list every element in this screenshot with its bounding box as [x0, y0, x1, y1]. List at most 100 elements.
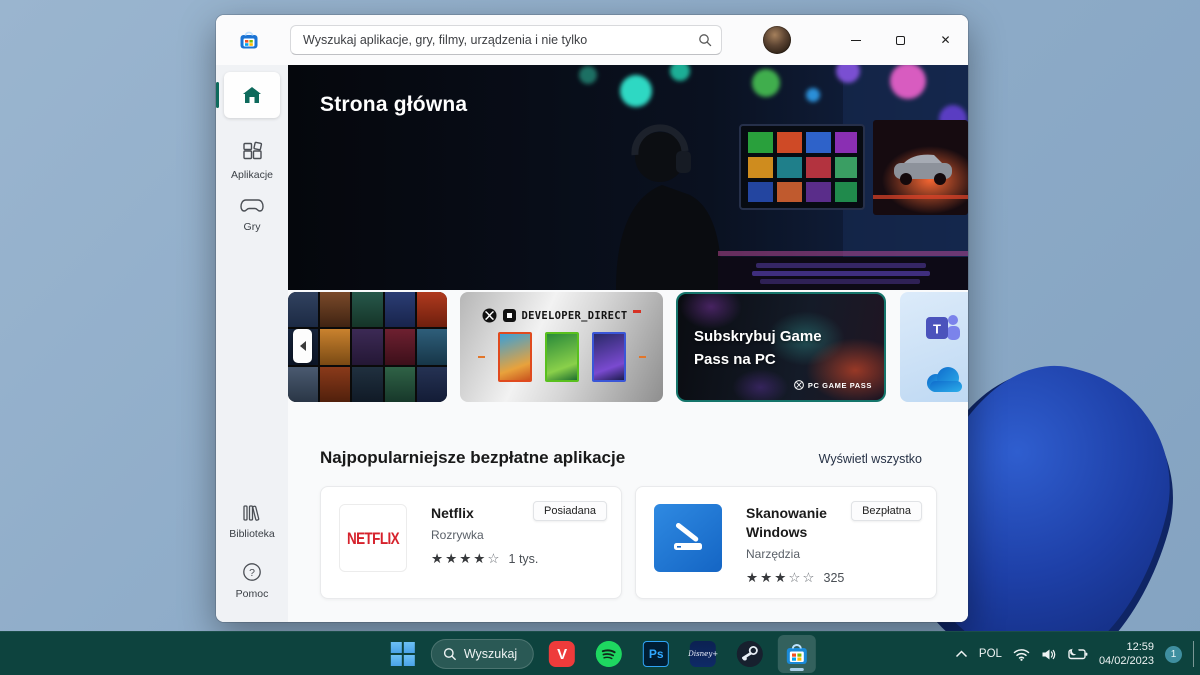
- xbox-logo-icon: [482, 308, 497, 323]
- minimize-button[interactable]: [833, 15, 878, 65]
- carousel-card-gamepass[interactable]: Subskrybuj Game Pass na PC PC GAME PASS: [676, 292, 886, 402]
- wifi-icon[interactable]: [1013, 648, 1030, 661]
- scanner-icon: [666, 516, 710, 560]
- titlebar: ✕: [216, 15, 968, 65]
- game-poster: [498, 332, 532, 382]
- vivaldi-icon: V: [549, 641, 575, 667]
- svg-text:?: ?: [249, 567, 255, 579]
- close-button[interactable]: ✕: [923, 15, 968, 65]
- search-icon: [698, 33, 712, 47]
- sidebar-item-label: Gry: [244, 221, 261, 233]
- notification-badge[interactable]: 1: [1165, 646, 1182, 663]
- windows-logo-icon: [391, 642, 415, 666]
- orange-dash-decor: [478, 356, 485, 358]
- store-content: Strona główna: [288, 65, 968, 622]
- search-icon: [443, 647, 457, 661]
- sidebar-selected-indicator: [216, 82, 219, 108]
- sidebar-item-label: Pomoc: [236, 588, 269, 600]
- help-icon: ?: [241, 561, 263, 583]
- start-button[interactable]: [384, 635, 422, 673]
- taskbar-app-spotify[interactable]: [590, 635, 628, 673]
- taskbar-app-photoshop[interactable]: Ps: [637, 635, 675, 673]
- microsoft-store-icon: [784, 641, 810, 667]
- app-card-windows-scan[interactable]: Skanowanie Windows Narzędzia ★★★☆☆ 325 B…: [635, 486, 937, 599]
- app-rating-stars: ★★★★☆: [431, 550, 502, 568]
- microsoft-store-window: ✕ Aplikacje: [216, 15, 968, 622]
- page-title: Strona główna: [320, 93, 467, 117]
- section-header: Najpopularniejsze bezpłatne aplikacje Wy…: [320, 448, 922, 468]
- hero-banner[interactable]: Strona główna: [288, 65, 968, 290]
- tray-date: 04/02/2023: [1099, 654, 1154, 668]
- sidebar: Aplikacje Gry Biblioteka ?: [216, 65, 288, 622]
- carousel: DEVELOPER_DIRECT Subskrybuj Game Pa: [288, 292, 968, 402]
- home-icon: [241, 84, 263, 106]
- red-dash-decor: [633, 310, 641, 313]
- taskbar-search-label: Wyszukaj: [464, 647, 517, 661]
- app-title: Skanowanie Windows: [746, 504, 858, 542]
- show-desktop-button[interactable]: [1193, 641, 1194, 667]
- carousel-card-developer-direct[interactable]: DEVELOPER_DIRECT: [460, 292, 663, 402]
- sidebar-item-library[interactable]: Biblioteka: [216, 503, 288, 540]
- app-rating: ★★★☆☆ 325: [746, 569, 858, 587]
- language-indicator[interactable]: POL: [979, 648, 1002, 660]
- teams-icon: T: [924, 312, 964, 346]
- developer-direct-logo-icon: [503, 309, 516, 322]
- section-title: Najpopularniejsze bezpłatne aplikacje: [320, 448, 625, 468]
- maximize-icon: [896, 36, 905, 45]
- developer-direct-title: DEVELOPER_DIRECT: [522, 310, 628, 322]
- xbox-sphere-icon: [794, 380, 804, 390]
- desktop: ✕ Aplikacje: [0, 0, 1200, 675]
- sidebar-item-label: Aplikacje: [231, 169, 273, 181]
- orange-dash-decor: [639, 356, 646, 358]
- system-tray: POL 12:59 04/02/2023 1: [955, 632, 1194, 675]
- disney-plus-icon: Disney+: [690, 641, 716, 667]
- maximize-button[interactable]: [878, 15, 923, 65]
- sidebar-item-help[interactable]: ? Pomoc: [216, 561, 288, 600]
- taskbar-app-steam[interactable]: [731, 635, 769, 673]
- taskbar-search-button[interactable]: Wyszukaj: [431, 639, 534, 669]
- app-card-netflix[interactable]: NETFLIX Netflix Rozrywka ★★★★☆ 1 tys. Po…: [320, 486, 622, 599]
- sidebar-item-apps[interactable]: Aplikacje: [216, 140, 288, 181]
- pc-game-pass-logo: PC GAME PASS: [794, 380, 872, 390]
- app-badge: Posiadana: [533, 501, 607, 521]
- app-category: Narzędzia: [746, 547, 858, 561]
- app-badge: Bezpłatna: [851, 501, 922, 521]
- account-avatar[interactable]: [763, 26, 791, 54]
- tray-time: 12:59: [1099, 640, 1154, 654]
- taskbar-clock[interactable]: 12:59 04/02/2023: [1099, 640, 1154, 669]
- close-icon: ✕: [940, 33, 950, 47]
- app-rating-count: 1 tys.: [509, 552, 539, 566]
- taskbar: Wyszukaj V Ps Disney+: [0, 631, 1200, 675]
- onedrive-icon: [922, 366, 968, 394]
- spotify-icon: [596, 641, 622, 667]
- steam-icon: [737, 641, 763, 667]
- app-title: Netflix: [431, 504, 538, 523]
- volume-icon[interactable]: [1041, 648, 1057, 661]
- carousel-prev-button[interactable]: [293, 329, 312, 363]
- sidebar-item-home[interactable]: [224, 72, 280, 118]
- netflix-logo: NETFLIX: [339, 504, 407, 572]
- svg-text:T: T: [933, 322, 941, 337]
- store-logo-icon: [238, 29, 260, 51]
- see-all-link[interactable]: Wyświetl wszystko: [819, 452, 922, 466]
- gamepass-title: Subskrybuj Game Pass na PC: [694, 326, 822, 371]
- store-search: [290, 25, 722, 55]
- chevron-left-icon: [300, 341, 306, 351]
- carousel-card-microsoft-365[interactable]: T: [900, 292, 968, 402]
- store-search-input[interactable]: [290, 25, 722, 55]
- app-category: Rozrywka: [431, 528, 538, 542]
- battery-saver-icon[interactable]: [1068, 648, 1088, 660]
- photoshop-icon: Ps: [643, 641, 669, 667]
- apps-icon: [240, 140, 264, 164]
- app-rating: ★★★★☆ 1 tys.: [431, 550, 538, 568]
- game-poster: [545, 332, 579, 382]
- sidebar-item-games[interactable]: Gry: [216, 196, 288, 233]
- windows-scan-logo: [654, 504, 722, 572]
- window-controls: ✕: [833, 15, 968, 65]
- taskbar-app-vivaldi[interactable]: V: [543, 635, 581, 673]
- sidebar-item-label: Biblioteka: [229, 528, 275, 540]
- taskbar-app-microsoft-store[interactable]: [778, 635, 816, 673]
- minimize-icon: [851, 40, 861, 41]
- taskbar-app-disney-plus[interactable]: Disney+: [684, 635, 722, 673]
- tray-chevron-button[interactable]: [955, 650, 968, 658]
